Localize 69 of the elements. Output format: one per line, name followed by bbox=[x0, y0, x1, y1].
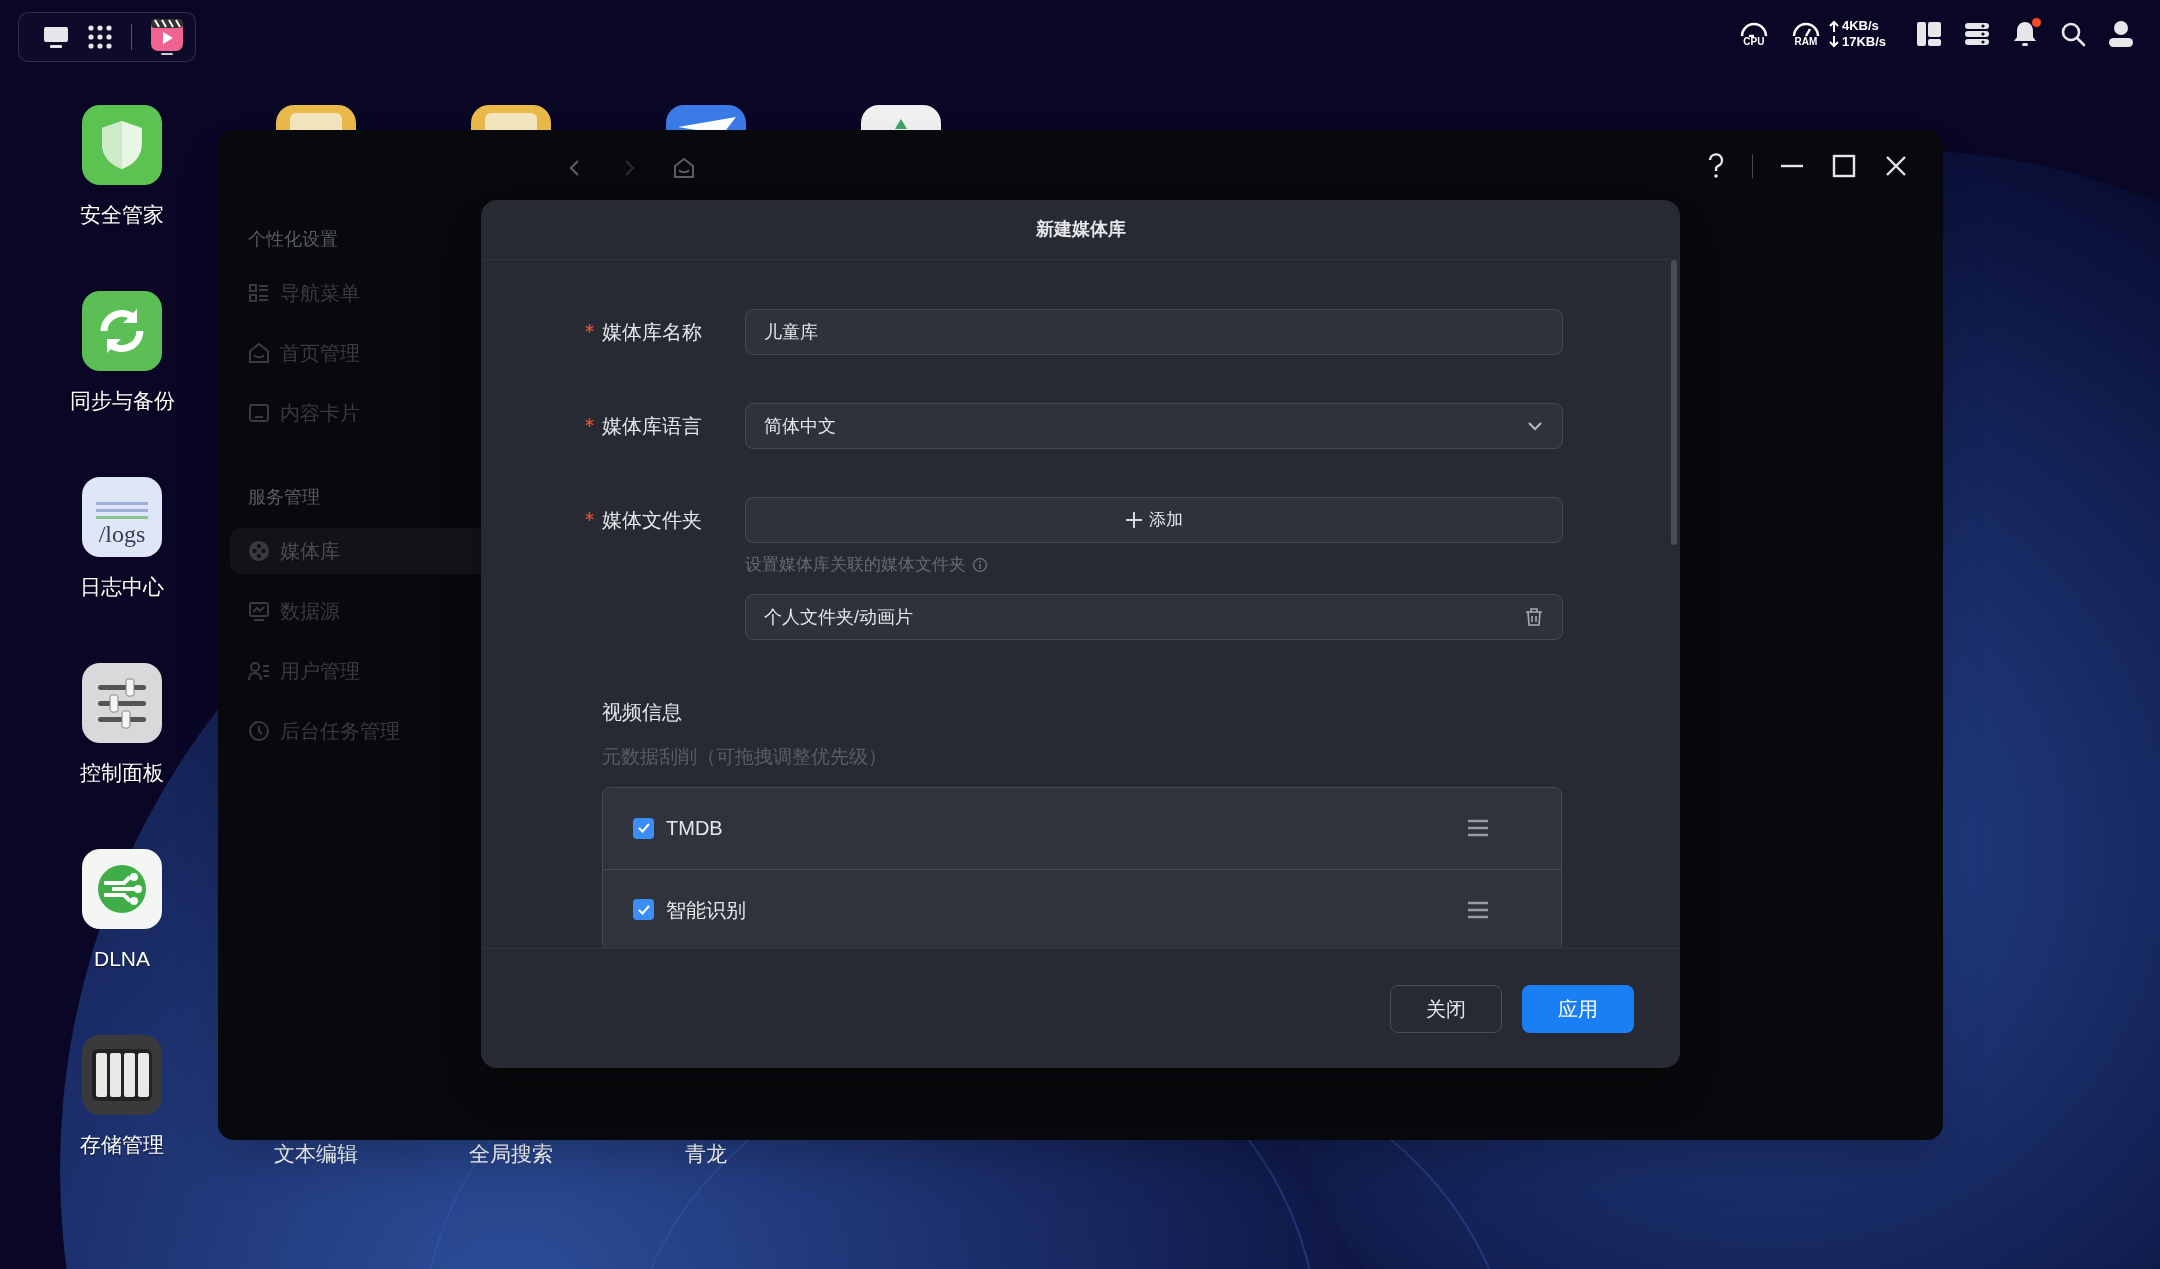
search-icon[interactable] bbox=[2060, 21, 2086, 47]
scraper-label: TMDB bbox=[666, 816, 723, 841]
download-arrow-icon bbox=[1828, 36, 1839, 48]
app-grid-icon[interactable] bbox=[87, 24, 113, 50]
app-label[interactable]: 日志中心 bbox=[80, 571, 164, 603]
section-heading: 个性化设置 bbox=[247, 228, 339, 251]
section-heading: 服务管理 bbox=[247, 486, 321, 509]
checkbox[interactable] bbox=[633, 817, 654, 839]
help-icon[interactable] bbox=[1706, 152, 1726, 180]
logs-app-icon[interactable]: /logs bbox=[82, 477, 162, 557]
tablet-icon bbox=[248, 402, 270, 424]
list-icon bbox=[248, 282, 270, 304]
paper-plane-app-icon[interactable] bbox=[666, 105, 746, 130]
dialog-title: 新建媒体库 bbox=[1035, 218, 1126, 241]
help-text: 设置媒体库关联的媒体文件夹 bbox=[745, 554, 966, 577]
apply-button[interactable]: 应用 bbox=[1522, 984, 1634, 1033]
app-label[interactable]: 文本编辑 bbox=[274, 1141, 358, 1167]
upload-arrow-icon bbox=[1828, 20, 1839, 32]
scrollbar-thumb[interactable] bbox=[1671, 260, 1677, 545]
video-app-icon[interactable] bbox=[150, 18, 184, 56]
sliders-app-icon[interactable] bbox=[82, 663, 162, 743]
info-icon bbox=[972, 557, 988, 573]
checkbox[interactable] bbox=[633, 899, 654, 920]
home-icon[interactable] bbox=[672, 156, 696, 180]
monitor-icon[interactable] bbox=[43, 25, 69, 49]
home-icon bbox=[248, 342, 270, 364]
bell-icon[interactable] bbox=[2012, 20, 2038, 48]
gauge-label: CPU bbox=[1743, 37, 1765, 47]
app-label[interactable]: 青龙 bbox=[685, 1141, 727, 1167]
add-folder-button[interactable]: 添加 bbox=[745, 497, 1563, 543]
maximize-icon[interactable] bbox=[1831, 153, 1857, 179]
field-label: 媒体库名称 bbox=[602, 320, 702, 345]
drag-handle-icon[interactable] bbox=[1467, 819, 1489, 837]
app-label[interactable]: 同步与备份 bbox=[69, 385, 175, 417]
app-label[interactable]: 控制面板 bbox=[80, 757, 164, 789]
select-field[interactable]: 简体中文 bbox=[745, 403, 1563, 449]
toggle-list-icon[interactable] bbox=[1964, 22, 1990, 46]
sync-app-icon[interactable] bbox=[82, 291, 162, 371]
clock-icon bbox=[248, 720, 270, 742]
note-app-icon[interactable] bbox=[471, 105, 551, 130]
drive-bays-app-icon[interactable] bbox=[82, 1035, 162, 1115]
download-speed: 17KB/s bbox=[1841, 34, 1886, 50]
ram-gauge-icon bbox=[1790, 21, 1821, 37]
section-title: 视频信息 bbox=[602, 700, 683, 725]
upload-speed: 4KB/s bbox=[1841, 18, 1879, 34]
user-icon[interactable] bbox=[2108, 20, 2134, 48]
cpu-gauge-icon bbox=[1738, 21, 1769, 37]
gauge-label: RAM bbox=[1794, 37, 1818, 47]
user-list-icon bbox=[248, 660, 270, 682]
app-label[interactable]: 全局搜索 bbox=[469, 1141, 553, 1167]
panel-layout-icon[interactable] bbox=[1916, 21, 1942, 47]
close-button[interactable]: 关闭 bbox=[1390, 984, 1502, 1033]
field-label: 媒体库语言 bbox=[602, 414, 702, 439]
check-icon bbox=[636, 821, 651, 835]
input-field[interactable]: 儿童库 bbox=[745, 309, 1563, 355]
monitor-chart-icon bbox=[248, 600, 270, 622]
app-label[interactable]: 安全管家 bbox=[80, 199, 164, 231]
folder-item: 个人文件夹/动画片 bbox=[745, 594, 1563, 640]
film-reel-icon bbox=[248, 540, 270, 562]
app-label[interactable]: DLNA bbox=[94, 943, 150, 975]
trash-icon[interactable] bbox=[1524, 607, 1544, 627]
shield-app-icon[interactable] bbox=[82, 105, 162, 185]
dlna-app-icon[interactable] bbox=[82, 849, 162, 929]
note-app-icon[interactable] bbox=[276, 105, 356, 130]
app-icon[interactable] bbox=[861, 105, 941, 130]
drag-handle-icon[interactable] bbox=[1467, 900, 1489, 919]
app-label[interactable]: 存储管理 bbox=[80, 1129, 164, 1161]
scraper-label: 智能识别 bbox=[666, 897, 746, 923]
plus-icon bbox=[1125, 511, 1143, 529]
